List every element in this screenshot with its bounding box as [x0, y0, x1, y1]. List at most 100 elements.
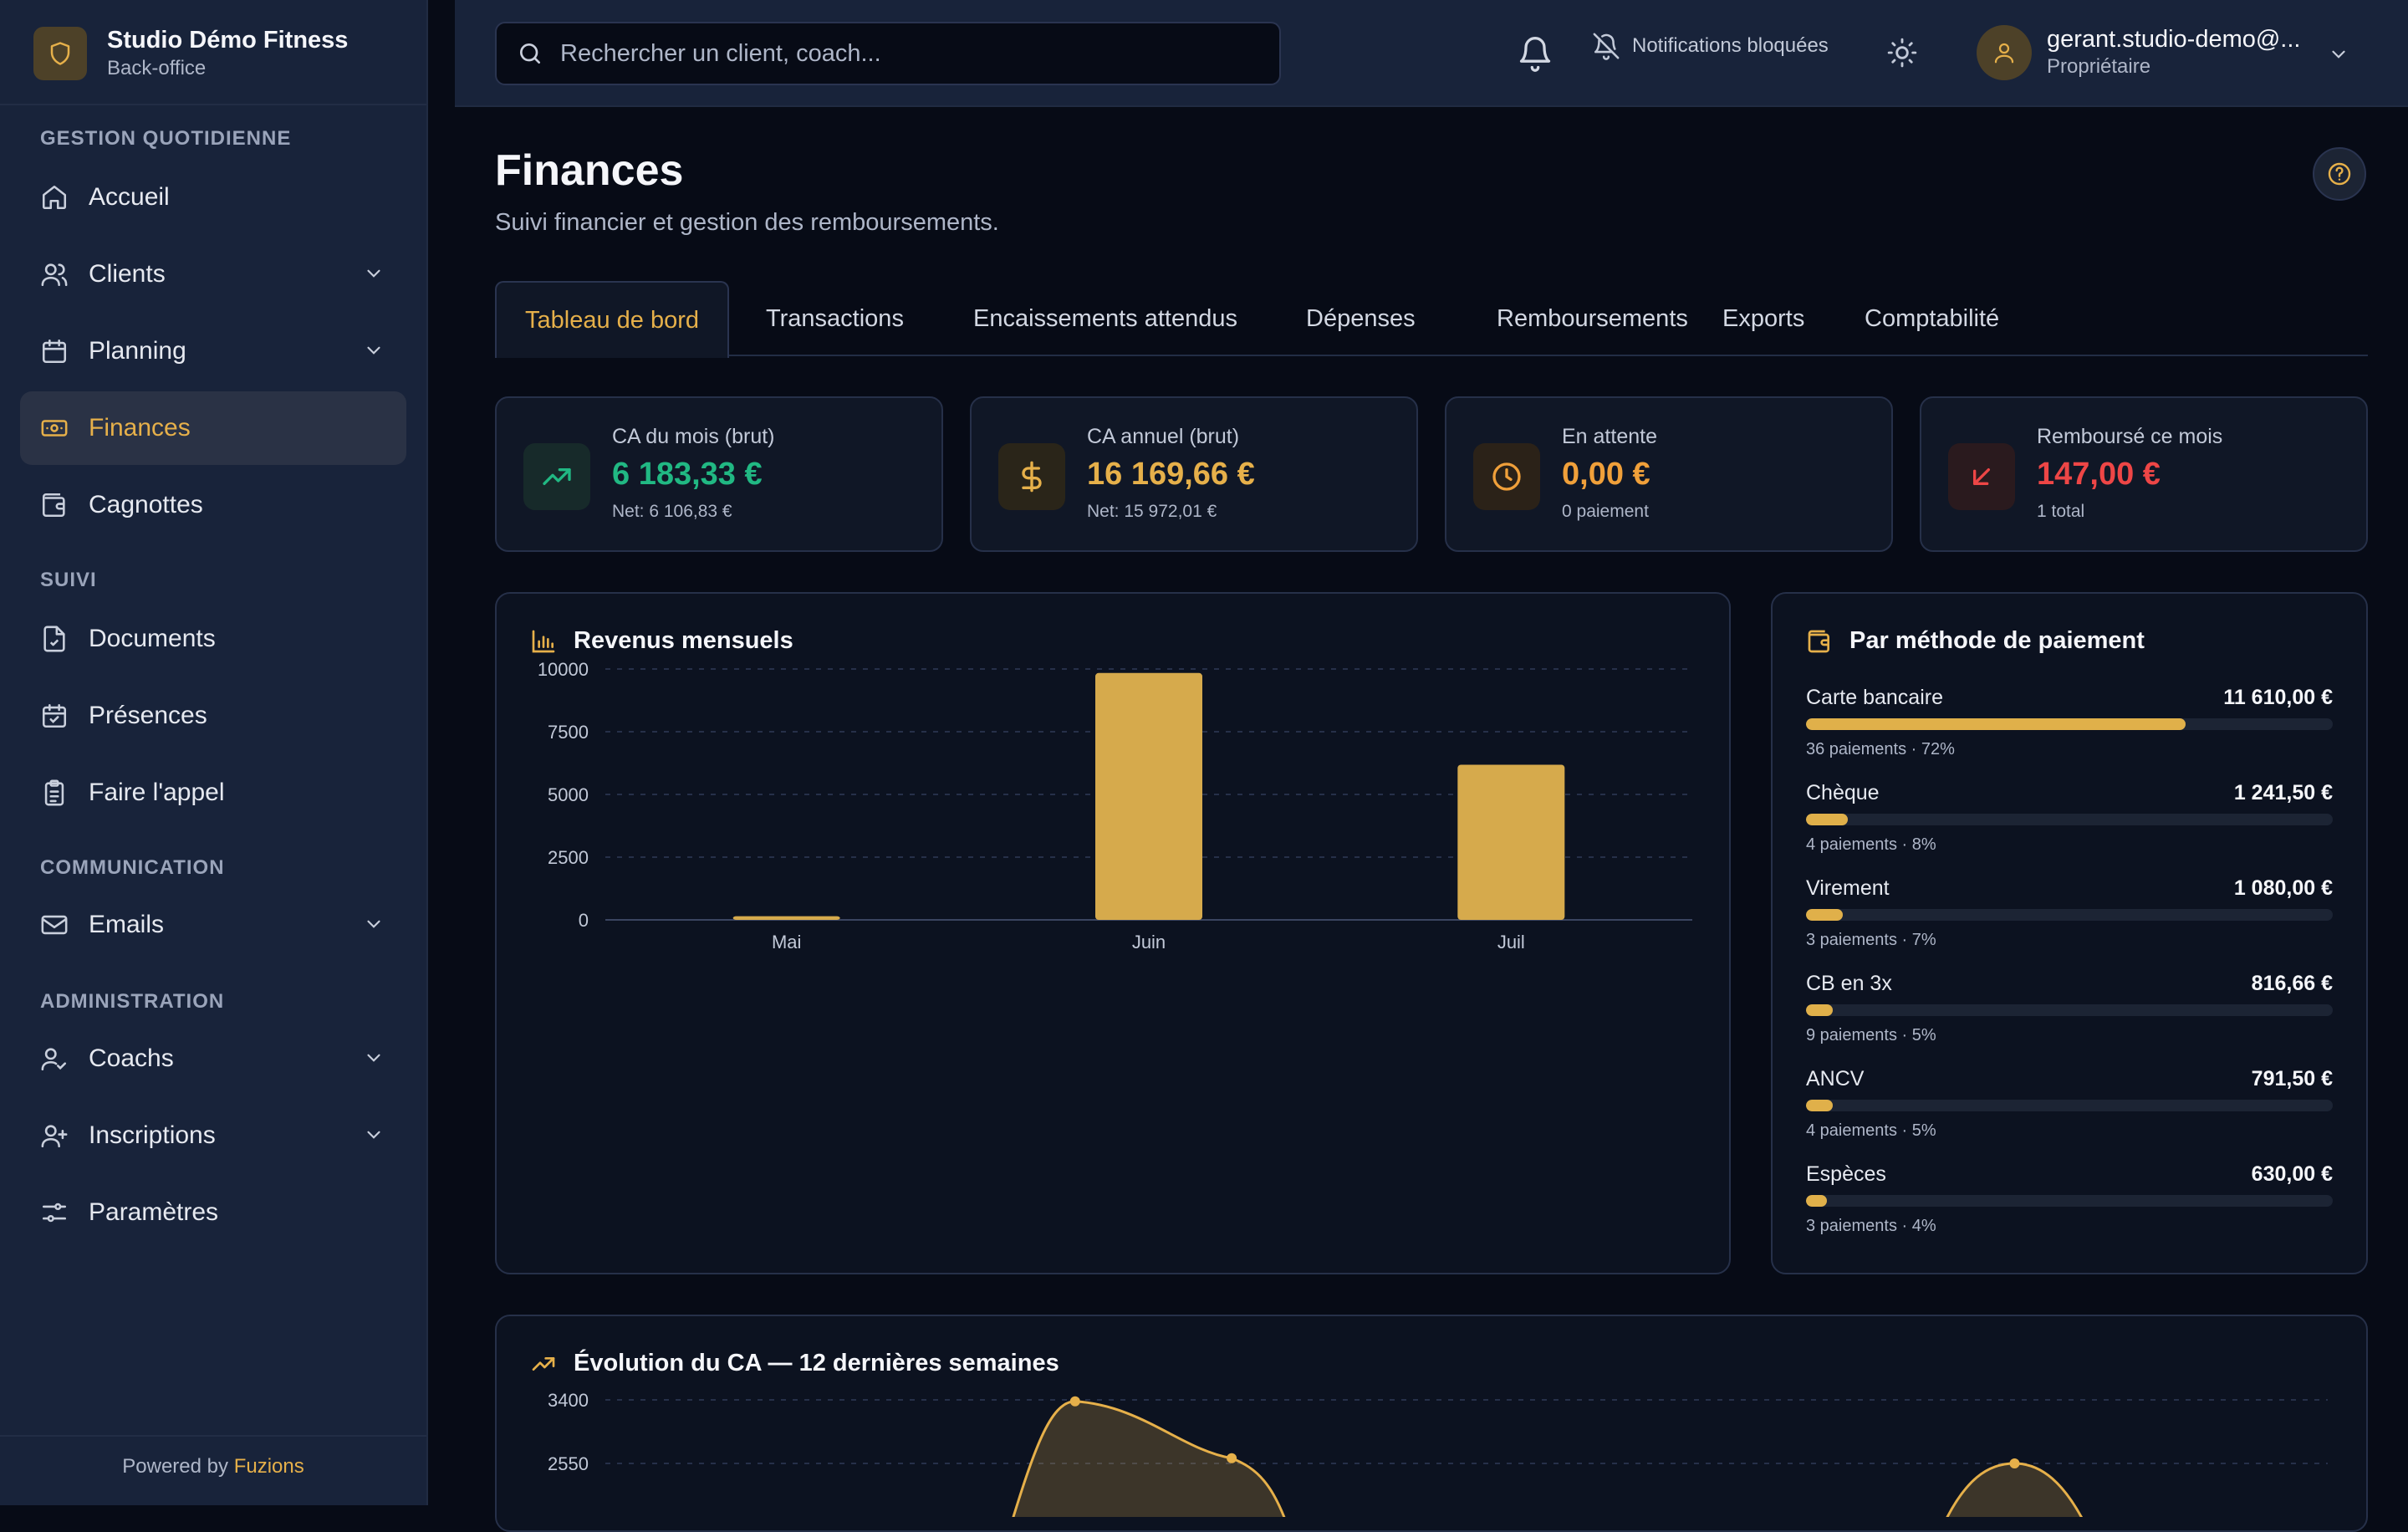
- payment-method-progress: [1806, 1195, 2333, 1207]
- bar[interactable]: [732, 916, 840, 920]
- stat-value: 16 169,66 €: [1087, 457, 1255, 492]
- powered-by-brand-link[interactable]: Fuzions: [234, 1455, 304, 1478]
- payment-method-row: Chèque 1 241,50 € 4 paiements · 8%: [1806, 781, 2333, 855]
- x-tick-label: Juin: [1132, 932, 1166, 952]
- mail-icon: [41, 915, 68, 935]
- sidebar-item-label: Présences: [89, 702, 207, 729]
- sidebar-item-label: Accueil: [89, 183, 170, 211]
- chevron-down-icon[interactable]: [363, 1124, 385, 1146]
- stat-note: 0 paiement: [1562, 502, 1649, 521]
- help-button[interactable]: [2313, 147, 2366, 201]
- y-tick-label: 7500: [548, 722, 589, 743]
- payment-method-amount: 630,00 €: [2251, 1162, 2333, 1186]
- payment-method-header: CB en 3x 816,66 €: [1806, 972, 2333, 996]
- stat-label: CA annuel (brut): [1087, 425, 1240, 448]
- payment-method-header: Espèces 630,00 €: [1806, 1162, 2333, 1187]
- sun-icon[interactable]: [1886, 37, 1918, 69]
- tab-depenses[interactable]: Dépenses: [1278, 281, 1444, 356]
- chevron-down-icon[interactable]: [363, 913, 385, 935]
- sidebar-item-finances[interactable]: Finances: [20, 391, 406, 465]
- data-point[interactable]: [1069, 1396, 1080, 1407]
- stat-value: 0,00 €: [1562, 457, 1650, 492]
- y-tick-label: 10000: [538, 659, 589, 680]
- brand[interactable]: Studio Démo Fitness Back-office: [33, 25, 348, 82]
- trending-up-icon: [532, 1356, 555, 1371]
- sidebar-item-label: Cagnottes: [89, 491, 203, 518]
- stat-label: En attente: [1562, 425, 1657, 448]
- evolution-chart-title: Évolution du CA — 12 dernières semaines: [530, 1350, 1059, 1377]
- payment-method-amount: 11 610,00 €: [2223, 686, 2333, 709]
- user-name: gerant.studio-demo@...: [2047, 26, 2301, 53]
- sidebar-divider: [0, 104, 426, 105]
- tab-tableau-de-bord[interactable]: Tableau de bord: [495, 281, 729, 358]
- y-tick-label: 5000: [548, 784, 589, 805]
- payment-method-detail: 3 paiements · 7%: [1806, 931, 1936, 949]
- sidebar-item-label: Finances: [89, 414, 191, 442]
- payment-method-progress-fill: [1806, 1004, 1833, 1016]
- bell-icon[interactable]: [1517, 35, 1553, 72]
- sidebar-item-accueil[interactable]: Accueil: [20, 161, 406, 234]
- tab-remboursements[interactable]: Remboursements: [1468, 281, 1717, 356]
- sidebar-item-planning[interactable]: Planning: [20, 314, 406, 388]
- stat-label: Remboursé ce mois: [2037, 425, 2223, 448]
- sidebar-item-cagnottes[interactable]: Cagnottes: [20, 468, 406, 542]
- payment-method-detail: 3 paiements · 4%: [1806, 1217, 1936, 1235]
- tab-transactions[interactable]: Transactions: [737, 281, 932, 356]
- sidebar-item-faire-appel[interactable]: Faire l'appel: [20, 756, 406, 830]
- stat-note: Net: 15 972,01 €: [1087, 502, 1217, 521]
- sidebar-item-clients[interactable]: Clients: [20, 237, 406, 311]
- payment-method-header: Carte bancaire 11 610,00 €: [1806, 686, 2333, 710]
- payment-method-amount: 816,66 €: [2251, 972, 2333, 995]
- payment-method-row: ANCV 791,50 € 4 paiements · 5%: [1806, 1067, 2333, 1141]
- sidebar-item-emails[interactable]: Emails: [20, 888, 406, 962]
- brand-name: Studio Démo Fitness: [107, 27, 349, 54]
- chevron-down-icon[interactable]: [363, 340, 385, 361]
- chevron-down-icon[interactable]: [2328, 43, 2349, 65]
- clipboard-icon: [44, 779, 64, 806]
- stat-value: 147,00 €: [2037, 457, 2161, 492]
- user-menu[interactable]: gerant.studio-demo@... Propriétaire: [1977, 25, 2345, 80]
- data-point[interactable]: [2009, 1458, 2020, 1468]
- payment-methods-title: Par méthode de paiement: [1806, 627, 2145, 655]
- bar[interactable]: [1095, 672, 1202, 920]
- sidebar-item-label: Paramètres: [89, 1198, 219, 1226]
- payment-method-name: Virement: [1806, 876, 1890, 900]
- payment-method-detail: 9 paiements · 5%: [1806, 1026, 1936, 1044]
- tab-exports[interactable]: Exports: [1694, 281, 1833, 356]
- search-input[interactable]: [560, 39, 1279, 68]
- payment-method-progress-fill: [1806, 909, 1844, 921]
- sidebar-item-presences[interactable]: Présences: [20, 679, 406, 753]
- home-icon: [42, 185, 67, 210]
- y-tick-label: 3400: [548, 1390, 589, 1411]
- bell-off-icon: [1593, 33, 1620, 60]
- sidebar-item-parametres[interactable]: Paramètres: [20, 1176, 406, 1249]
- stat-card-ca-mois: CA du mois (brut) 6 183,33 € Net: 6 106,…: [495, 396, 943, 552]
- search-box[interactable]: [495, 22, 1281, 85]
- payment-method-progress: [1806, 718, 2333, 730]
- stat-card-ca-annuel: CA annuel (brut) 16 169,66 € Net: 15 972…: [970, 396, 1418, 552]
- tab-encaissements-attendus[interactable]: Encaissements attendus: [945, 281, 1266, 356]
- section-gestion-quotidienne: GESTION QUOTIDIENNE: [40, 127, 292, 150]
- tab-comptabilite[interactable]: Comptabilité: [1836, 281, 2028, 356]
- page-subtitle: Suivi financier et gestion des rembourse…: [495, 209, 999, 236]
- chevron-down-icon[interactable]: [363, 1047, 385, 1069]
- banknote-icon: [41, 420, 68, 437]
- payment-method-detail: 36 paiements · 72%: [1806, 740, 1955, 758]
- bar[interactable]: [1457, 764, 1565, 920]
- sidebar-item-documents[interactable]: Documents: [20, 602, 406, 676]
- sidebar-item-inscriptions[interactable]: Inscriptions: [20, 1099, 406, 1172]
- sidebar-item-coachs[interactable]: Coachs: [20, 1022, 406, 1095]
- sidebar-item-label: Clients: [89, 260, 166, 288]
- payment-method-progress-fill: [1806, 1100, 1833, 1111]
- brand-subtitle: Back-office: [107, 57, 207, 79]
- payment-method-progress: [1806, 1100, 2333, 1111]
- revenue-evolution-chart: 3400 2550: [548, 1390, 2328, 1517]
- x-tick-label: Mai: [772, 932, 801, 952]
- payment-method-progress-fill: [1806, 814, 1849, 825]
- user-check-icon: [41, 1048, 67, 1071]
- payment-method-detail: 4 paiements · 5%: [1806, 1121, 1936, 1140]
- wallet-icon: [42, 493, 65, 518]
- chevron-down-icon[interactable]: [363, 263, 385, 284]
- data-point[interactable]: [1227, 1453, 1237, 1463]
- notifications-blocked[interactable]: Notifications bloquées: [1592, 32, 1829, 60]
